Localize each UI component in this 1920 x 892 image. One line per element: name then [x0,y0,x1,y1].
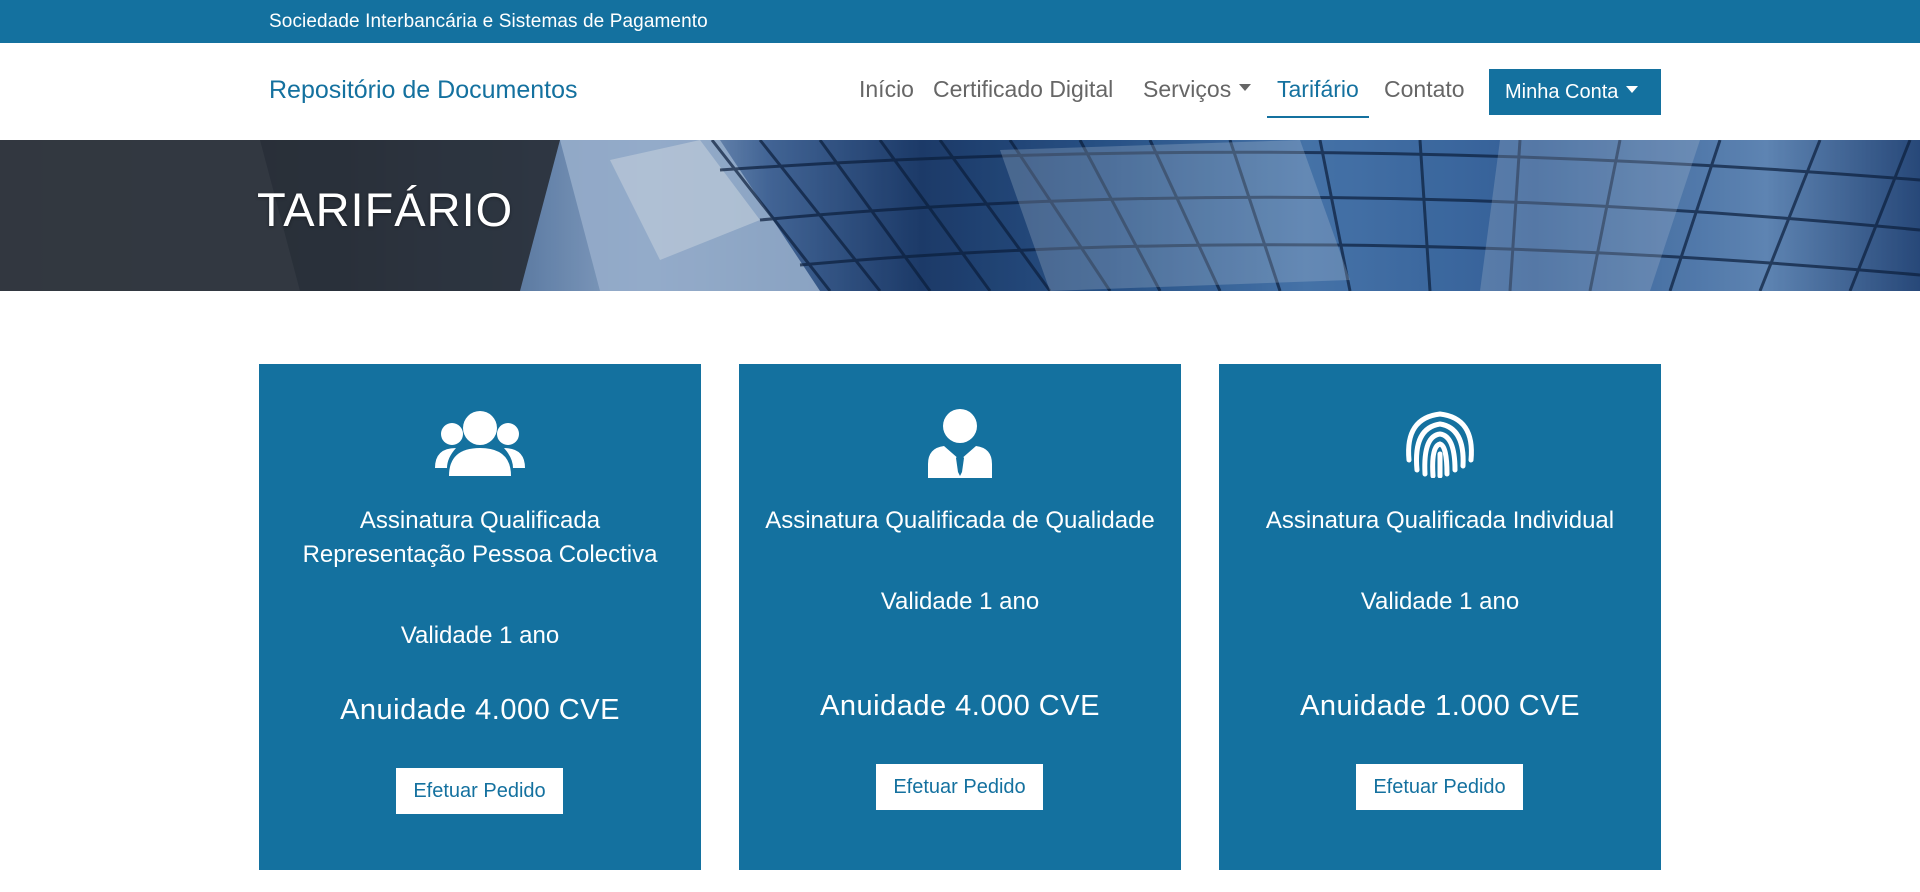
order-button[interactable]: Efetuar Pedido [1356,764,1523,810]
card-title: Assinatura Qualificada de Qualidade [765,507,1155,534]
card-title: Assinatura Qualificada Representação Pes… [302,507,658,568]
nav-link-inicio[interactable]: Início [859,76,914,103]
pricing-card: Assinatura Qualificada de Qualidade Vali… [739,364,1181,870]
nav-link-servicos[interactable]: Serviços [1143,76,1252,103]
card-price: Anuidade 4.000 CVE [820,690,1100,722]
hero-banner: TARIFÁRIO [0,140,1920,291]
card-price: Anuidade 4.000 CVE [340,694,620,726]
nav-link-tarifario-label: Tarifário [1277,76,1359,102]
card-price: Anuidade 1.000 CVE [1300,690,1580,722]
card-validity: Validade 1 ano [1360,588,1520,615]
active-underline [1267,116,1369,118]
top-bar: Sociedade Interbancária e Sistemas de Pa… [0,0,1920,43]
fingerprint-icon [1406,411,1474,478]
users-group-icon [435,411,525,476]
account-button-label: Minha Conta [1505,81,1619,103]
nav-link-certificado-digital[interactable]: Certificado Digital [933,76,1113,103]
page-title: TARIFÁRIO [257,183,514,236]
account-dropdown-button[interactable]: Minha Conta [1489,69,1661,115]
card-title: Assinatura Qualificada Individual [1265,507,1615,534]
user-tie-icon [928,409,992,478]
pricing-card: Assinatura Qualificada Individual Valida… [1219,364,1661,870]
chevron-down-icon [1626,86,1639,94]
nav-link-servicos-label: Serviços [1143,76,1232,102]
chevron-down-icon [1239,84,1252,92]
pricing-card: Assinatura Qualificada Representação Pes… [259,364,701,870]
order-button[interactable]: Efetuar Pedido [876,764,1043,810]
main-navbar: Repositório de Documentos Início Certifi… [0,43,1920,140]
nav-link-tarifario[interactable]: Tarifário [1267,76,1369,118]
order-button[interactable]: Efetuar Pedido [396,768,563,814]
card-validity: Validade 1 ano [400,622,560,649]
nav-link-contato[interactable]: Contato [1384,76,1465,103]
card-validity: Validade 1 ano [880,588,1040,615]
organization-name: Sociedade Interbancária e Sistemas de Pa… [269,11,708,32]
